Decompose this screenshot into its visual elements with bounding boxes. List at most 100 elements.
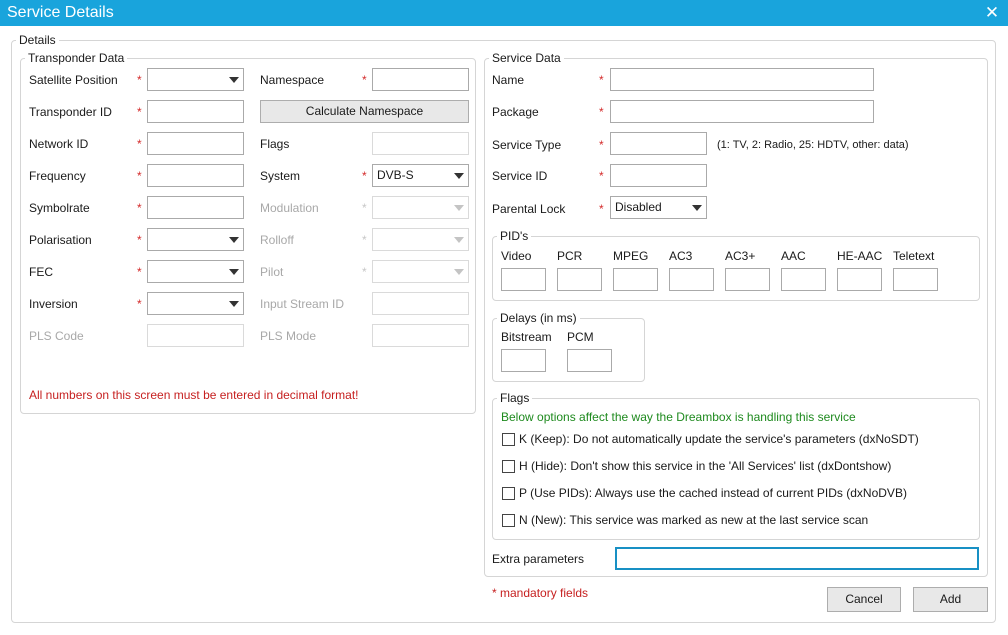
flag-keep-checkbox[interactable] [502,433,515,446]
chevron-down-icon [692,205,702,211]
flags-label: Flags [260,137,290,151]
flag-hide-checkbox[interactable] [502,460,515,473]
transponder-id-label: Transponder ID [29,105,112,119]
parental-lock-select[interactable]: Disabled [610,196,707,219]
flags-title: Flags [497,391,533,405]
chevron-down-icon [229,269,239,275]
rolloff-label: Rolloff [260,233,294,247]
transponder-title: Transponder Data [25,51,128,65]
package-input[interactable] [610,100,874,123]
pid-mpeg-input[interactable] [613,268,658,291]
pls-mode-input [372,324,469,347]
service-id-input[interactable] [610,164,707,187]
pid-teletext-input[interactable] [893,268,938,291]
flag-use-pids-label[interactable]: P (Use PIDs): Always use the cached inst… [519,485,907,501]
pilot-select [372,260,469,283]
parental-lock-value: Disabled [615,200,662,214]
polarisation-select[interactable] [147,228,244,251]
network-id-label: Network ID [29,137,89,151]
service-type-hint: (1: TV, 2: Radio, 25: HDTV, other: data) [717,139,909,151]
required-marker: * [599,169,604,183]
service-title: Service Data [489,51,564,65]
pid-ac3plus-input[interactable] [725,268,770,291]
rolloff-select [372,228,469,251]
required-marker: * [599,73,604,87]
pids-title: PID's [497,229,532,243]
pid-pcr-input[interactable] [557,268,602,291]
chevron-down-icon [229,301,239,307]
pid-ac3plus-label: AC3+ [725,249,756,263]
pid-video-input[interactable] [501,268,546,291]
close-icon[interactable]: ✕ [980,2,1004,24]
frequency-input[interactable] [147,164,244,187]
add-button[interactable]: Add [913,587,988,612]
calculate-namespace-button[interactable]: Calculate Namespace [260,100,469,123]
pid-he-aac-input[interactable] [837,268,882,291]
decimal-format-warning: All numbers on this screen must be enter… [29,388,359,402]
pls-code-label: PLS Code [29,329,84,343]
polarisation-label: Polarisation [29,233,92,247]
frequency-label: Frequency [29,169,86,183]
required-marker: * [362,265,367,279]
required-marker: * [599,202,604,216]
modulation-select [372,196,469,219]
chevron-down-icon [454,269,464,275]
flag-keep-label[interactable]: K (Keep): Do not automatically update th… [519,431,919,447]
parental-lock-label: Parental Lock [492,202,566,216]
fec-select[interactable] [147,260,244,283]
cancel-button[interactable]: Cancel [827,587,901,612]
fec-label: FEC [29,265,53,279]
details-title: Details [16,33,59,47]
pid-pcr-label: PCR [557,249,583,263]
pid-video-label: Video [501,249,532,263]
inversion-select[interactable] [147,292,244,315]
chevron-down-icon [229,237,239,243]
pcm-input[interactable] [567,349,612,372]
required-marker: * [137,233,142,247]
name-input[interactable] [610,68,874,91]
namespace-input[interactable] [372,68,469,91]
service-type-input[interactable] [610,132,707,155]
required-marker: * [137,105,142,119]
satellite-position-select[interactable] [147,68,244,91]
mandatory-fields-note: * mandatory fields [492,586,589,600]
required-marker: * [137,297,142,311]
required-marker: * [137,137,142,151]
delays-title: Delays (in ms) [497,311,580,325]
pcm-label: PCM [567,330,594,344]
required-marker: * [137,169,142,183]
flag-new-label[interactable]: N (New): This service was marked as new … [519,512,868,528]
bitstream-input[interactable] [501,349,546,372]
service-type-label: Service Type [492,138,562,152]
input-stream-id-input [372,292,469,315]
symbolrate-input[interactable] [147,196,244,219]
transponder-id-input[interactable] [147,100,244,123]
pid-ac3-input[interactable] [669,268,714,291]
pid-mpeg-label: MPEG [613,249,649,263]
required-marker: * [362,73,367,87]
extra-parameters-input[interactable] [615,547,979,570]
network-id-input[interactable] [147,132,244,155]
service-id-label: Service ID [492,169,548,183]
flag-use-pids-checkbox[interactable] [502,487,515,500]
flag-new-checkbox[interactable] [502,514,515,527]
pid-aac-input[interactable] [781,268,826,291]
required-marker: * [362,169,367,183]
system-label: System [260,169,301,183]
pilot-label: Pilot [260,265,284,279]
name-label: Name [492,73,525,87]
flags-note: Below options affect the way the Dreambo… [501,410,856,424]
required-marker: * [599,138,604,152]
chevron-down-icon [229,77,239,83]
pls-mode-label: PLS Mode [260,329,317,343]
package-label: Package [492,105,539,119]
pid-ac3-label: AC3 [669,249,693,263]
extra-parameters-label: Extra parameters [492,552,585,566]
pid-aac-label: AAC [781,249,806,263]
chevron-down-icon [454,205,464,211]
chevron-down-icon [454,173,464,179]
system-select[interactable]: DVB-S [372,164,469,187]
flag-hide-label[interactable]: H (Hide): Don't show this service in the… [519,458,891,474]
required-marker: * [362,233,367,247]
namespace-label: Namespace [260,73,325,87]
